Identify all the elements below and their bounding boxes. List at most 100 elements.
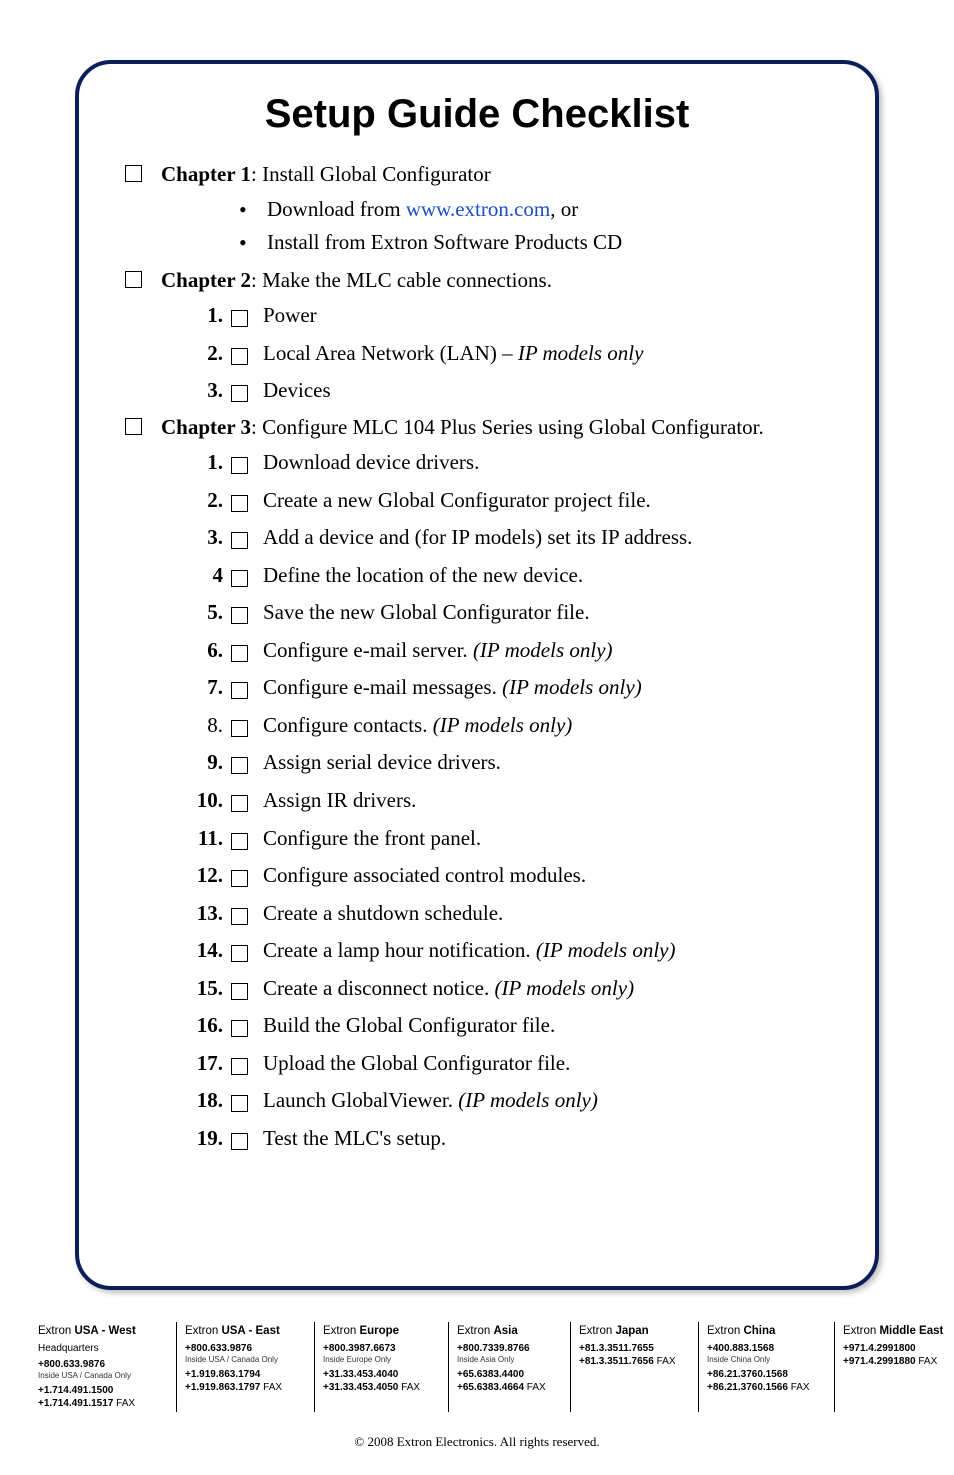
region-phone-1: +81.3.3511.7655 bbox=[579, 1342, 690, 1355]
ch3-item-9-num: 9. bbox=[191, 746, 223, 779]
ch3-item-16: 16.Build the Global Configurator file. bbox=[191, 1009, 835, 1047]
ch3-item-14: 14.Create a lamp hour notification. (IP … bbox=[191, 934, 835, 972]
page-title: Setup Guide Checklist bbox=[119, 92, 835, 137]
ch3-item-19-num: 19. bbox=[191, 1122, 223, 1155]
ch3-item-2-num: 2. bbox=[191, 484, 223, 517]
region-phone-1-note: Inside USA / Canada Only bbox=[185, 1355, 306, 1365]
region-phone-2: +1.714.491.1500 bbox=[38, 1384, 168, 1397]
ch3-item-16-checkbox[interactable] bbox=[231, 1014, 255, 1047]
region-fax: +86.21.3760.1566 FAX bbox=[707, 1381, 826, 1394]
region-name: Extron Asia bbox=[457, 1324, 562, 1339]
ch3-item-1-checkbox[interactable] bbox=[231, 451, 255, 484]
ch3-item-19-checkbox[interactable] bbox=[231, 1127, 255, 1160]
region-usa-west: Extron USA - WestHeadquarters+800.633.98… bbox=[38, 1322, 176, 1412]
ch3-item-2-checkbox[interactable] bbox=[231, 489, 255, 522]
extron-link[interactable]: www.extron.com bbox=[406, 197, 550, 221]
ch3-item-5-checkbox[interactable] bbox=[231, 601, 255, 634]
ch2-item-1: 1. Power bbox=[191, 299, 835, 337]
ch2-item-2-checkbox[interactable] bbox=[231, 342, 255, 375]
ch2-item-2-ital: IP models only bbox=[518, 341, 644, 365]
region-phone-1: +971.4.2991800 bbox=[843, 1342, 943, 1355]
ch3-item-9-text: Assign serial device drivers. bbox=[263, 746, 835, 779]
copyright: © 2008 Extron Electronics. All rights re… bbox=[0, 1434, 954, 1450]
checklist-card: Setup Guide Checklist Chapter 1: Install… bbox=[75, 60, 879, 1290]
region-phone-2: +1.919.863.1794 bbox=[185, 1368, 306, 1381]
ch3-item-18: 18.Launch GlobalViewer. (IP models only) bbox=[191, 1084, 835, 1122]
ch2-item-1-num: 1. bbox=[191, 299, 223, 332]
ch3-item-3-text: Add a device and (for IP models) set its… bbox=[263, 521, 835, 554]
ch3-item-8-text: Configure contacts. (IP models only) bbox=[263, 709, 835, 742]
footer: Extron USA - WestHeadquarters+800.633.98… bbox=[0, 1322, 954, 1450]
ch3-item-14-text: Create a lamp hour notification. (IP mod… bbox=[263, 934, 835, 967]
ch3-item-8-checkbox[interactable] bbox=[231, 714, 255, 747]
chapter-3-checkbox[interactable] bbox=[125, 418, 161, 440]
region-fax: +65.6383.4664 FAX bbox=[457, 1381, 562, 1394]
ch2-item-2-num: 2. bbox=[191, 337, 223, 370]
region-middle-east: Extron Middle East+971.4.2991800+971.4.2… bbox=[834, 1322, 951, 1412]
ch3-item-4-checkbox[interactable] bbox=[231, 564, 255, 597]
chapter-1-heading-bold: Chapter 1 bbox=[161, 162, 251, 186]
ch3-item-12-num: 12. bbox=[191, 859, 223, 892]
region-usa-east: Extron USA - East +800.633.9876Inside USA… bbox=[176, 1322, 314, 1412]
chapter-1-checkbox[interactable] bbox=[125, 165, 161, 187]
ch3-item-1: 1.Download device drivers. bbox=[191, 446, 835, 484]
region-phone-2: +31.33.453.4040 bbox=[323, 1368, 440, 1381]
ch3-item-16-text: Build the Global Configurator file. bbox=[263, 1009, 835, 1042]
chapter-1-heading-rest: : Install Global Configurator bbox=[251, 162, 491, 186]
region-fax: +971.4.2991880 FAX bbox=[843, 1355, 943, 1368]
region-phone-1: +800.633.9876 bbox=[38, 1358, 168, 1371]
footer-regions: Extron USA - WestHeadquarters+800.633.98… bbox=[0, 1322, 954, 1412]
ch3-item-12-text: Configure associated control modules. bbox=[263, 859, 835, 892]
ch3-item-11-text: Configure the front panel. bbox=[263, 822, 835, 855]
chapter-2-heading-rest: : Make the MLC cable connections. bbox=[251, 268, 552, 292]
ch3-item-17-num: 17. bbox=[191, 1047, 223, 1080]
ch3-item-4-text: Define the location of the new device. bbox=[263, 559, 835, 592]
chapter-2-checkbox[interactable] bbox=[125, 271, 161, 293]
chapter-1-bullet-2: Install from Extron Software Products CD bbox=[239, 226, 835, 259]
region-phone-1-note: Inside USA / Canada Only bbox=[38, 1371, 168, 1381]
ch3-item-6-checkbox[interactable] bbox=[231, 639, 255, 672]
chapter-3-heading-rest: : Configure MLC 104 Plus Series using Gl… bbox=[251, 415, 764, 439]
region-phone-1: +800.633.9876 bbox=[185, 1342, 306, 1355]
ch3-item-8-num: 8. bbox=[191, 709, 223, 742]
ch3-item-11-checkbox[interactable] bbox=[231, 827, 255, 860]
ch3-item-14-checkbox[interactable] bbox=[231, 939, 255, 972]
region-asia: Extron Asia+800.7339.8766Inside Asia Onl… bbox=[448, 1322, 570, 1412]
ch2-item-3-checkbox[interactable] bbox=[231, 379, 255, 412]
chapter-2-items: 1. Power 2. Local Area Network (LAN) – I… bbox=[191, 299, 835, 412]
ch3-item-3-checkbox[interactable] bbox=[231, 526, 255, 559]
ch3-item-15-checkbox[interactable] bbox=[231, 977, 255, 1010]
ch3-item-2: 2.Create a new Global Configurator proje… bbox=[191, 484, 835, 522]
ch3-item-10: 10. Assign IR drivers. bbox=[191, 784, 835, 822]
ch3-item-17-checkbox[interactable] bbox=[231, 1052, 255, 1085]
ch3-item-10-checkbox[interactable] bbox=[231, 789, 255, 822]
chapter-1: Chapter 1: Install Global Configurator bbox=[119, 159, 835, 189]
ch3-item-7-checkbox[interactable] bbox=[231, 676, 255, 709]
region-name: Extron USA - East bbox=[185, 1324, 306, 1339]
ch3-item-5-text: Save the new Global Configurator file. bbox=[263, 596, 835, 629]
region-fax: +81.3.3511.7656 FAX bbox=[579, 1355, 690, 1368]
ch3-item-7-num: 7. bbox=[191, 671, 223, 704]
ch3-item-6-num: 6. bbox=[191, 634, 223, 667]
region-phone-1-note: Inside Asia Only bbox=[457, 1355, 562, 1365]
ch3-item-10-num: 10. bbox=[191, 784, 223, 817]
ch3-item-10-text: Assign IR drivers. bbox=[263, 784, 835, 817]
ch3-item-19: 19.Test the MLC's setup. bbox=[191, 1122, 835, 1160]
bullet-1-post: , or bbox=[550, 197, 578, 221]
chapter-2-heading-bold: Chapter 2 bbox=[161, 268, 251, 292]
ch3-item-1-num: 1. bbox=[191, 446, 223, 479]
ch3-item-13-checkbox[interactable] bbox=[231, 902, 255, 935]
bullet-1-pre: Download from bbox=[267, 197, 406, 221]
ch3-item-8: 8. Configure contacts. (IP models only) bbox=[191, 709, 835, 747]
region-japan: Extron Japan+81.3.3511.7655+81.3.3511.76… bbox=[570, 1322, 698, 1412]
ch3-item-18-checkbox[interactable] bbox=[231, 1089, 255, 1122]
chapter-3: Chapter 3: Configure MLC 104 Plus Series… bbox=[119, 412, 835, 442]
ch3-item-6-text: Configure e-mail server. (IP models only… bbox=[263, 634, 835, 667]
ch2-item-1-checkbox[interactable] bbox=[231, 304, 255, 337]
ch3-item-12-checkbox[interactable] bbox=[231, 864, 255, 897]
ch3-item-13: 13.Create a shutdown schedule. bbox=[191, 897, 835, 935]
ch3-item-9-checkbox[interactable] bbox=[231, 751, 255, 784]
region-china: Extron China+400.883.1568Inside China On… bbox=[698, 1322, 834, 1412]
ch3-item-3: 3.Add a device and (for IP models) set i… bbox=[191, 521, 835, 559]
region-name: Extron USA - West bbox=[38, 1324, 168, 1339]
